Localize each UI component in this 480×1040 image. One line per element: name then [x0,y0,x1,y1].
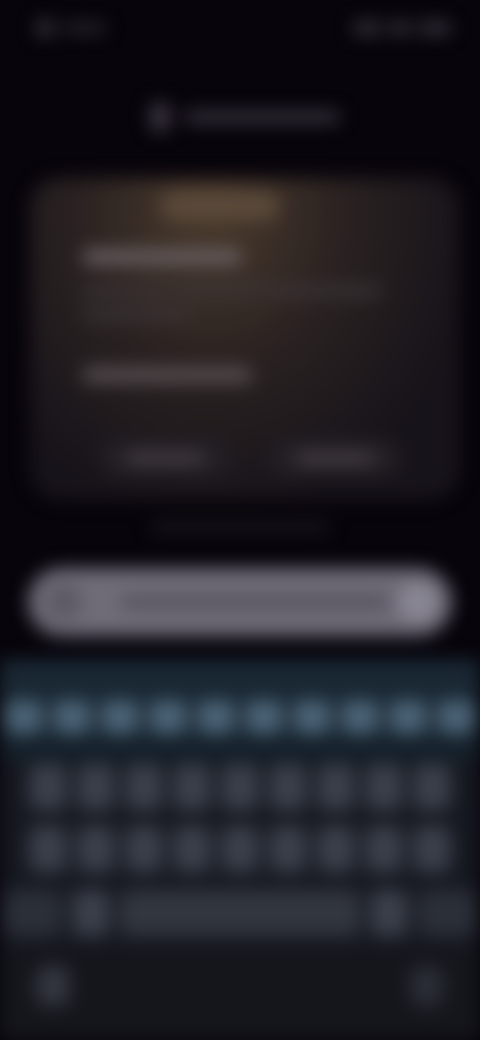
card-subheading-placeholder [82,368,252,382]
status-right [352,18,452,38]
emoji-key[interactable] [72,890,110,936]
key[interactable] [101,700,139,734]
card-body-line [82,286,382,296]
app-header [150,100,340,134]
key[interactable] [149,700,187,734]
blurred-screen [0,0,480,1040]
key[interactable] [317,826,355,872]
status-time-placeholder [62,23,106,33]
key[interactable] [413,764,451,810]
button-label-placeholder [296,453,374,463]
key[interactable] [197,700,235,734]
keyboard-hide-icon[interactable] [36,966,70,1006]
key[interactable] [125,764,163,810]
navigation-bar [0,950,480,1040]
key[interactable] [221,764,259,810]
notification-icon [36,19,54,37]
card-button-left[interactable] [100,440,230,476]
keyboard-row-2 [0,826,480,872]
signal-icon [352,21,382,35]
header-title-placeholder [184,111,340,123]
space-key[interactable] [120,890,360,936]
card-body-line [82,310,192,320]
key[interactable] [5,700,43,734]
send-icon[interactable] [398,582,438,622]
key[interactable] [29,826,67,872]
keyboard-switch-icon[interactable] [410,966,444,1006]
key[interactable] [29,764,67,810]
key[interactable] [365,826,403,872]
keyboard-row-numbers [0,700,480,734]
wifi-icon [388,21,412,35]
key[interactable] [173,764,211,810]
keyboard [0,660,480,1040]
key[interactable] [77,826,115,872]
symbols-key[interactable] [4,890,62,936]
key[interactable] [53,700,91,734]
key[interactable] [293,700,331,734]
key[interactable] [413,826,451,872]
status-left [36,18,106,38]
key[interactable] [317,764,355,810]
key[interactable] [125,826,163,872]
keyboard-row-1 [0,764,480,810]
period-key[interactable] [370,890,408,936]
key[interactable] [245,700,283,734]
key[interactable] [389,700,427,734]
key[interactable] [437,700,475,734]
caption-placeholder [150,522,330,532]
status-bar [0,0,480,56]
key[interactable] [173,826,211,872]
button-label-placeholder [126,453,204,463]
key[interactable] [269,826,307,872]
keyboard-row-bottom [0,890,480,936]
attach-icon[interactable] [46,584,82,620]
app-icon [150,102,170,132]
message-card [30,178,460,500]
message-input[interactable] [28,568,452,636]
key[interactable] [77,764,115,810]
key[interactable] [269,764,307,810]
card-heading-placeholder [82,250,242,264]
input-placeholder [120,596,390,608]
enter-key[interactable] [418,890,476,936]
card-button-right[interactable] [270,440,400,476]
key[interactable] [221,826,259,872]
key[interactable] [365,764,403,810]
key[interactable] [341,700,379,734]
card-chip [160,192,280,220]
battery-icon [418,21,452,35]
